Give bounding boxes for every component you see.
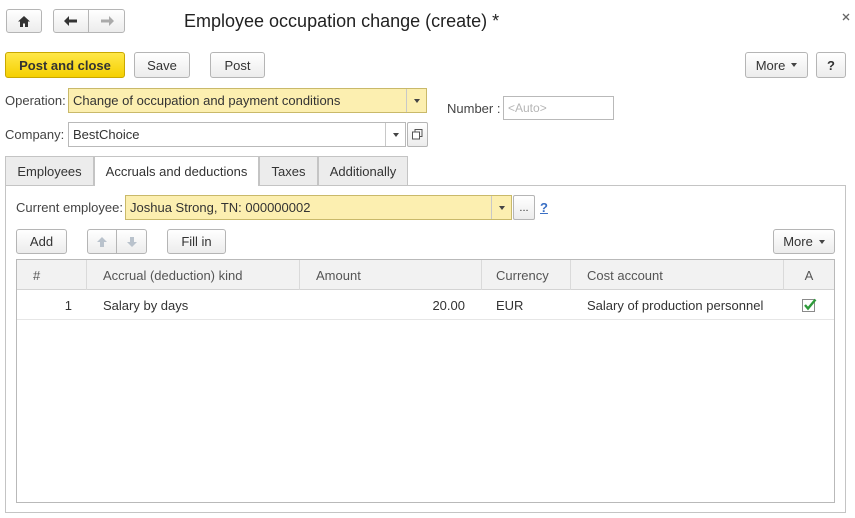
close-icon[interactable]: [841, 10, 853, 24]
current-employee-dropdown-button[interactable]: [491, 196, 511, 219]
operation-field[interactable]: Change of occupation and payment conditi…: [68, 88, 427, 113]
home-button[interactable]: [6, 9, 42, 33]
company-dropdown-button[interactable]: [385, 123, 405, 146]
company-field[interactable]: BestChoice: [68, 122, 406, 147]
window-title: Employee occupation change (create) *: [184, 11, 500, 31]
help-button[interactable]: ?: [816, 52, 846, 78]
tab-additionally[interactable]: Additionally: [318, 156, 408, 185]
more-label: More: [755, 57, 786, 73]
arrow-left-icon: [64, 16, 77, 26]
post-button[interactable]: Post: [210, 52, 265, 78]
operation-label: Operation:: [5, 93, 66, 108]
number-placeholder: <Auto>: [508, 101, 547, 115]
tab-employees[interactable]: Employees: [5, 156, 94, 185]
forward-button[interactable]: [88, 9, 125, 33]
current-employee-value: Joshua Strong, TN: 000000002: [130, 200, 311, 215]
open-window-icon: [412, 129, 423, 140]
more-button[interactable]: More: [745, 52, 808, 78]
chevron-down-icon: [498, 205, 505, 210]
operation-value: Change of occupation and payment conditi…: [73, 93, 341, 108]
company-open-button[interactable]: [407, 122, 428, 147]
current-employee-field[interactable]: Joshua Strong, TN: 000000002: [125, 195, 512, 220]
tab-panel: [5, 185, 846, 513]
back-button[interactable]: [53, 9, 89, 33]
chevron-down-icon: [791, 63, 798, 67]
number-label: Number :: [447, 101, 501, 116]
company-label: Company:: [5, 127, 65, 142]
company-value: BestChoice: [73, 127, 140, 142]
save-button[interactable]: Save: [134, 52, 190, 78]
tab-accruals-and-deductions[interactable]: Accruals and deductions: [94, 156, 259, 186]
chevron-down-icon: [413, 98, 420, 103]
tab-taxes[interactable]: Taxes: [259, 156, 318, 185]
number-field[interactable]: <Auto>: [503, 96, 614, 120]
arrow-right-icon: [100, 16, 114, 26]
chevron-down-icon: [392, 132, 399, 137]
post-and-close-button[interactable]: Post and close: [5, 52, 125, 78]
home-icon: [18, 15, 30, 27]
operation-dropdown-button[interactable]: [406, 89, 426, 112]
